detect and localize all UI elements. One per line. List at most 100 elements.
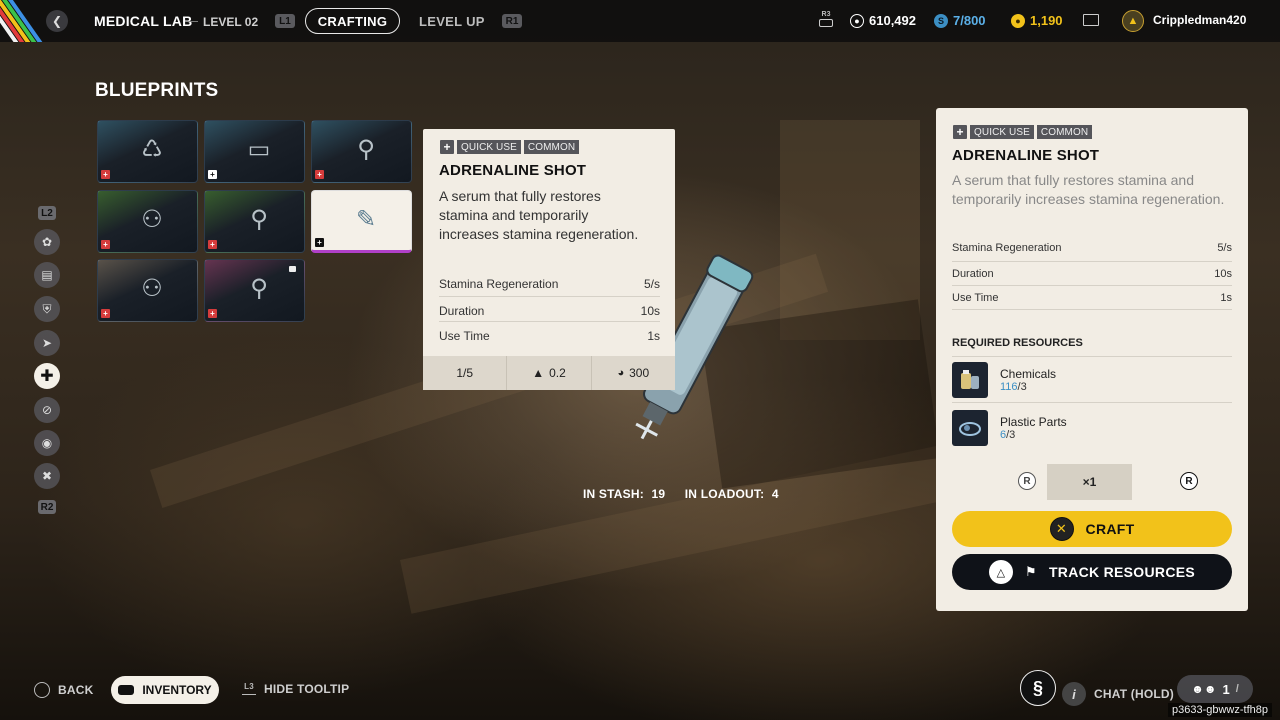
- location-title: MEDICAL LAB: [94, 13, 193, 29]
- blueprint-category-badge: +: [315, 170, 324, 179]
- quick-use-icon: +: [953, 125, 967, 139]
- blueprint-category-badge: +: [101, 170, 110, 179]
- stat-row: Use Time 1s: [439, 329, 660, 343]
- tooltip-description: A serum that fully restores stamina and …: [439, 188, 639, 242]
- rank-avatar-icon[interactable]: ▲: [1122, 10, 1144, 32]
- chevron-left-icon: ❮: [51, 14, 63, 28]
- circle-button-icon: [34, 682, 50, 698]
- stat-row: Stamina Regeneration 5/s: [952, 238, 1232, 262]
- coins-counter: ● 610,492: [850, 13, 916, 28]
- blueprint-card[interactable]: ♺ +: [97, 120, 198, 183]
- cross-button-icon: ✕: [1049, 517, 1074, 541]
- bolt-icon[interactable]: ➤: [34, 330, 60, 356]
- tooltip-title: ADRENALINE SHOT: [439, 162, 587, 179]
- bandage-roll-icon: ▭: [247, 135, 271, 163]
- item-weight: ▲ 0.2: [507, 356, 592, 390]
- tag-quick-use: QUICK USE: [970, 125, 1034, 139]
- blueprint-card[interactable]: ⚲ +: [204, 190, 305, 253]
- decrease-quantity-button[interactable]: R: [1018, 472, 1036, 490]
- coin-icon: ●: [850, 13, 864, 28]
- l3-stick-icon: L3: [242, 683, 256, 695]
- chat-hint[interactable]: i CHAT (HOLD): [1062, 682, 1174, 706]
- stash-icon: S: [934, 13, 948, 28]
- stack-size: 1/5: [423, 356, 508, 390]
- increase-quantity-button[interactable]: R: [1180, 472, 1198, 490]
- blueprint-category-badge: +: [208, 309, 217, 318]
- blueprint-card[interactable]: ⚲ +: [204, 259, 305, 322]
- hide-tooltip-hint[interactable]: L3 HIDE TOOLTIP: [242, 682, 349, 696]
- tab-level-up[interactable]: LEVEL UP: [419, 14, 485, 29]
- tokens-counter: ● 1,190: [1011, 13, 1063, 28]
- title-separator: —: [185, 13, 198, 28]
- blueprint-category-badge: +: [101, 309, 110, 318]
- back-button[interactable]: ❮: [46, 10, 68, 32]
- lock-icon: [289, 266, 296, 272]
- track-resources-button[interactable]: △ ⚑ TRACK RESOURCES: [952, 554, 1232, 590]
- inventory-button[interactable]: INVENTORY: [111, 676, 219, 704]
- detail-tags: + QUICK USE COMMON: [953, 125, 1093, 139]
- level-label: LEVEL 02: [203, 15, 259, 29]
- grenade-icon[interactable]: ⊘: [34, 397, 60, 423]
- blueprint-category-badge: +: [315, 238, 324, 247]
- l2-trigger-icon[interactable]: L2: [38, 206, 56, 220]
- coin-icon: ◕: [617, 367, 625, 379]
- stim-injector-icon: ⚲: [250, 205, 268, 233]
- chemicals-icon: [952, 361, 988, 398]
- blueprint-card[interactable]: ⚇ +: [97, 259, 198, 322]
- blueprints-heading: BLUEPRINTS: [95, 80, 219, 101]
- detail-description: A serum that fully restores stamina and …: [952, 172, 1225, 207]
- blueprint-category-badge: +: [208, 170, 217, 179]
- craft-button[interactable]: ✕ CRAFT: [952, 511, 1232, 547]
- game-emblem-icon: §: [1020, 670, 1056, 706]
- injector-icon: ⚲: [357, 135, 375, 163]
- token-icon: ●: [1011, 13, 1025, 28]
- adrenaline-shot-icon: ✎: [355, 205, 377, 233]
- edit-icon: /: [1235, 683, 1239, 695]
- resource-row-chemicals: Chemicals 116/3: [952, 357, 1232, 403]
- defibrillator-icon: ♺: [141, 135, 163, 163]
- medical-cross-icon[interactable]: ✚: [34, 363, 60, 389]
- l1-bumper-icon[interactable]: L1: [275, 14, 295, 28]
- gadget-icon[interactable]: ◉: [34, 430, 60, 456]
- stat-row: Stamina Regeneration 5/s: [439, 272, 660, 297]
- r3-button-icon[interactable]: R3: [817, 11, 835, 31]
- surge-canister-icon: ⚲: [250, 274, 268, 302]
- item-tooltip: + QUICK USE COMMON ADRENALINE SHOT A ser…: [423, 129, 675, 390]
- touchpad-icon: [118, 685, 135, 695]
- stash-info: IN STASH: 19 IN LOADOUT: 4: [583, 487, 779, 501]
- blueprint-card[interactable]: ⚲ +: [311, 120, 412, 183]
- item-value: ◕ 300: [617, 366, 650, 380]
- username[interactable]: Crippledman420: [1153, 13, 1246, 27]
- required-resources-heading: REQUIRED RESOURCES: [952, 337, 1083, 349]
- blueprint-card[interactable]: ▭ +: [204, 120, 305, 183]
- gauze-icon: ⚇: [141, 205, 163, 233]
- tooltip-tags: + QUICK USE COMMON: [440, 140, 580, 154]
- plastic-parts-icon: [952, 410, 988, 446]
- r2-trigger-icon[interactable]: R2: [38, 500, 56, 514]
- tooltip-stats: Stamina Regeneration 5/s Duration 10s Use …: [439, 272, 660, 347]
- blueprint-card[interactable]: ⚇ +: [97, 190, 198, 253]
- herbal-bandage-icon: ⚇: [141, 274, 163, 302]
- stat-row: Duration 10s: [439, 297, 660, 322]
- back-hint[interactable]: BACK: [34, 682, 93, 698]
- bench-icon[interactable]: ▤: [34, 262, 60, 288]
- tag-rarity: COMMON: [1036, 125, 1093, 139]
- tools-icon[interactable]: ✖: [34, 463, 60, 489]
- party-members-icon: ☻☻: [1191, 682, 1217, 696]
- chicken-icon[interactable]: ✿: [34, 229, 60, 255]
- quantity-selector: R ×1 R: [952, 464, 1232, 500]
- detail-stats: Stamina Regeneration 5/s Duration 10s Use …: [952, 238, 1232, 310]
- stat-row: Duration 10s: [952, 262, 1232, 286]
- stat-row: Use Time 1s: [952, 286, 1232, 310]
- top-bar: ❮ MEDICAL LAB — LEVEL 02 L1 CRAFTING LEV…: [0, 0, 1280, 42]
- mail-icon[interactable]: [1083, 14, 1099, 26]
- blueprint-card[interactable]: ✎ +: [311, 190, 412, 253]
- detail-title: ADRENALINE SHOT: [952, 147, 1100, 164]
- triangle-button-icon: △: [988, 560, 1013, 584]
- shield-icon[interactable]: ⛨: [34, 296, 60, 322]
- r1-bumper-icon[interactable]: R1: [502, 14, 522, 28]
- rainbow-stripes-logo: [0, 0, 44, 42]
- quantity-value[interactable]: ×1: [1047, 464, 1132, 500]
- tab-crafting[interactable]: CRAFTING: [305, 8, 400, 34]
- party-indicator[interactable]: ☻☻ 1 /: [1177, 675, 1253, 703]
